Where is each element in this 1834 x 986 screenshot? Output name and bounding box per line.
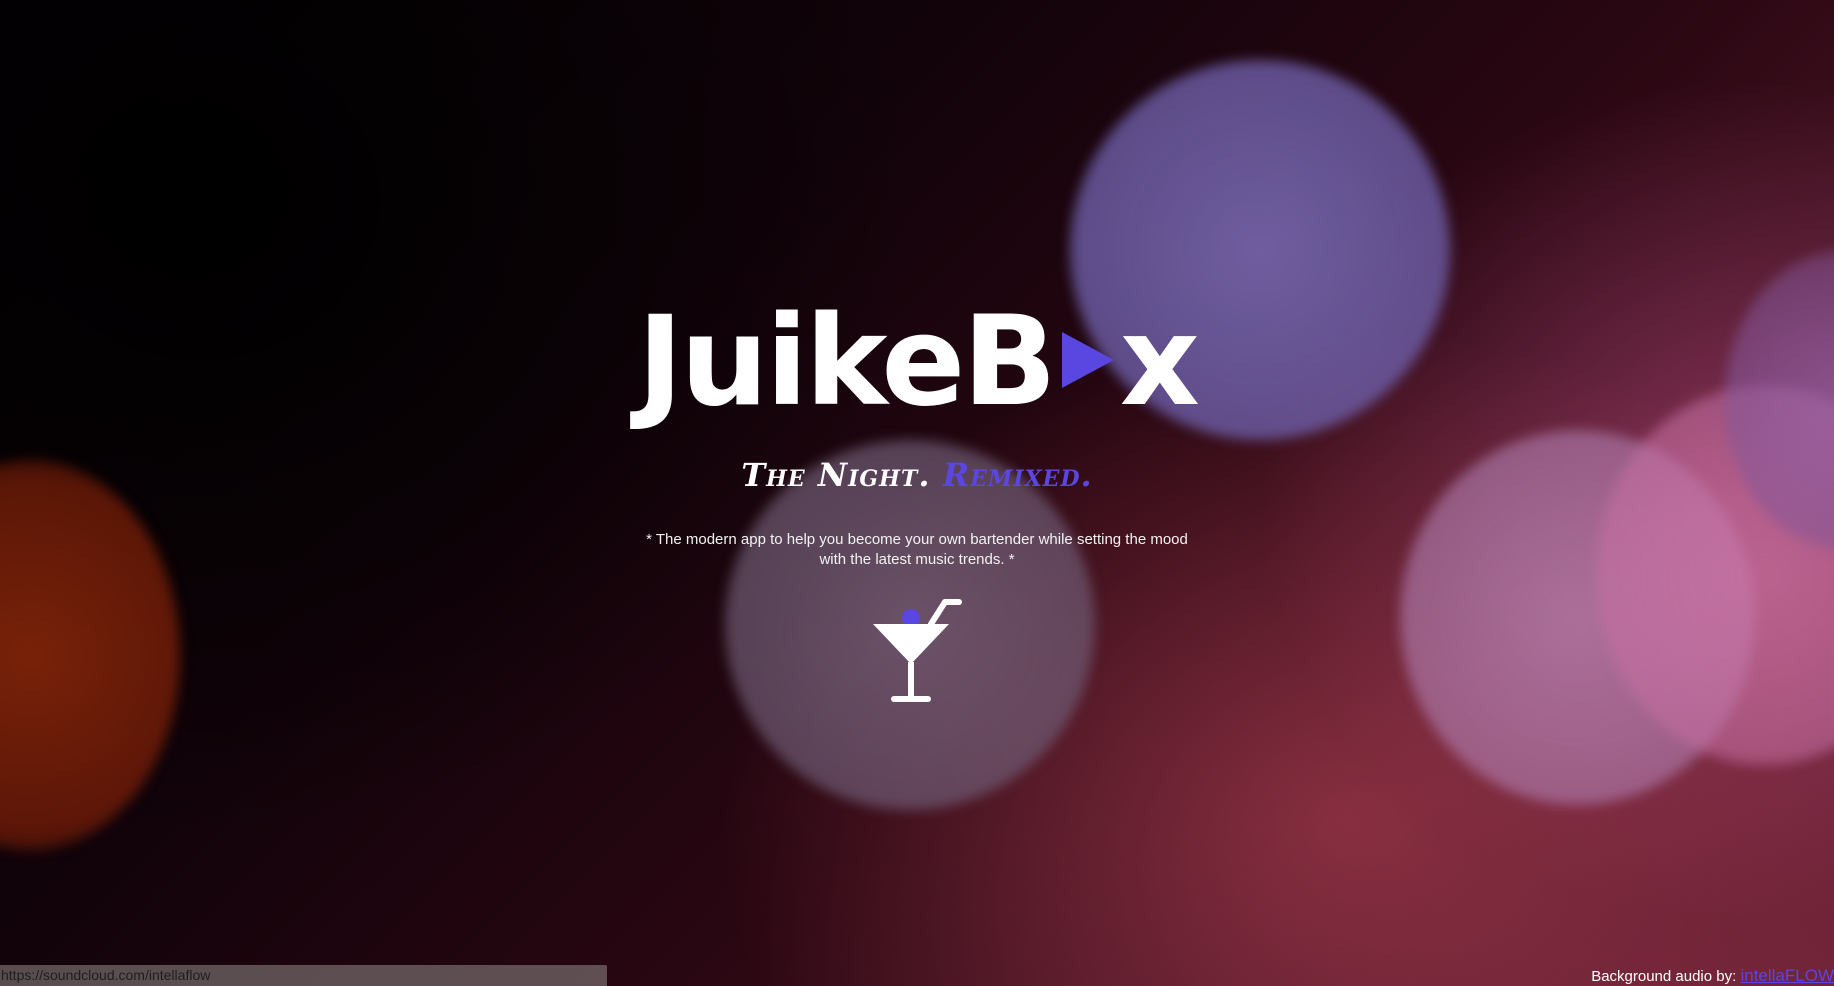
juikebox-logo: JuikeB x	[637, 300, 1200, 424]
browser-status-url: https://soundcloud.com/intellaflow	[0, 965, 607, 986]
intellaflow-link[interactable]: intellaFLOW	[1740, 966, 1834, 985]
app-description: * The modern app to help you become your…	[646, 531, 1188, 568]
background-audio-credit: Background audio by: intellaFLOW	[1591, 965, 1834, 986]
cocktail-glass-icon[interactable]	[867, 596, 967, 706]
credit-label: Background audio by:	[1591, 968, 1737, 985]
background-video: JuikeB x The Night. Remixed. * The modern…	[0, 0, 1834, 986]
tagline-accent: Remixed.	[942, 456, 1093, 494]
hero-section: JuikeB x The Night. Remixed. * The modern…	[0, 300, 1834, 706]
tagline: The Night. Remixed.	[0, 456, 1834, 494]
logo-text-left: JuikeB	[637, 290, 1057, 434]
logo-text-right: x	[1119, 290, 1200, 434]
play-triangle-icon	[1061, 332, 1114, 388]
tagline-main: The Night.	[741, 456, 931, 494]
